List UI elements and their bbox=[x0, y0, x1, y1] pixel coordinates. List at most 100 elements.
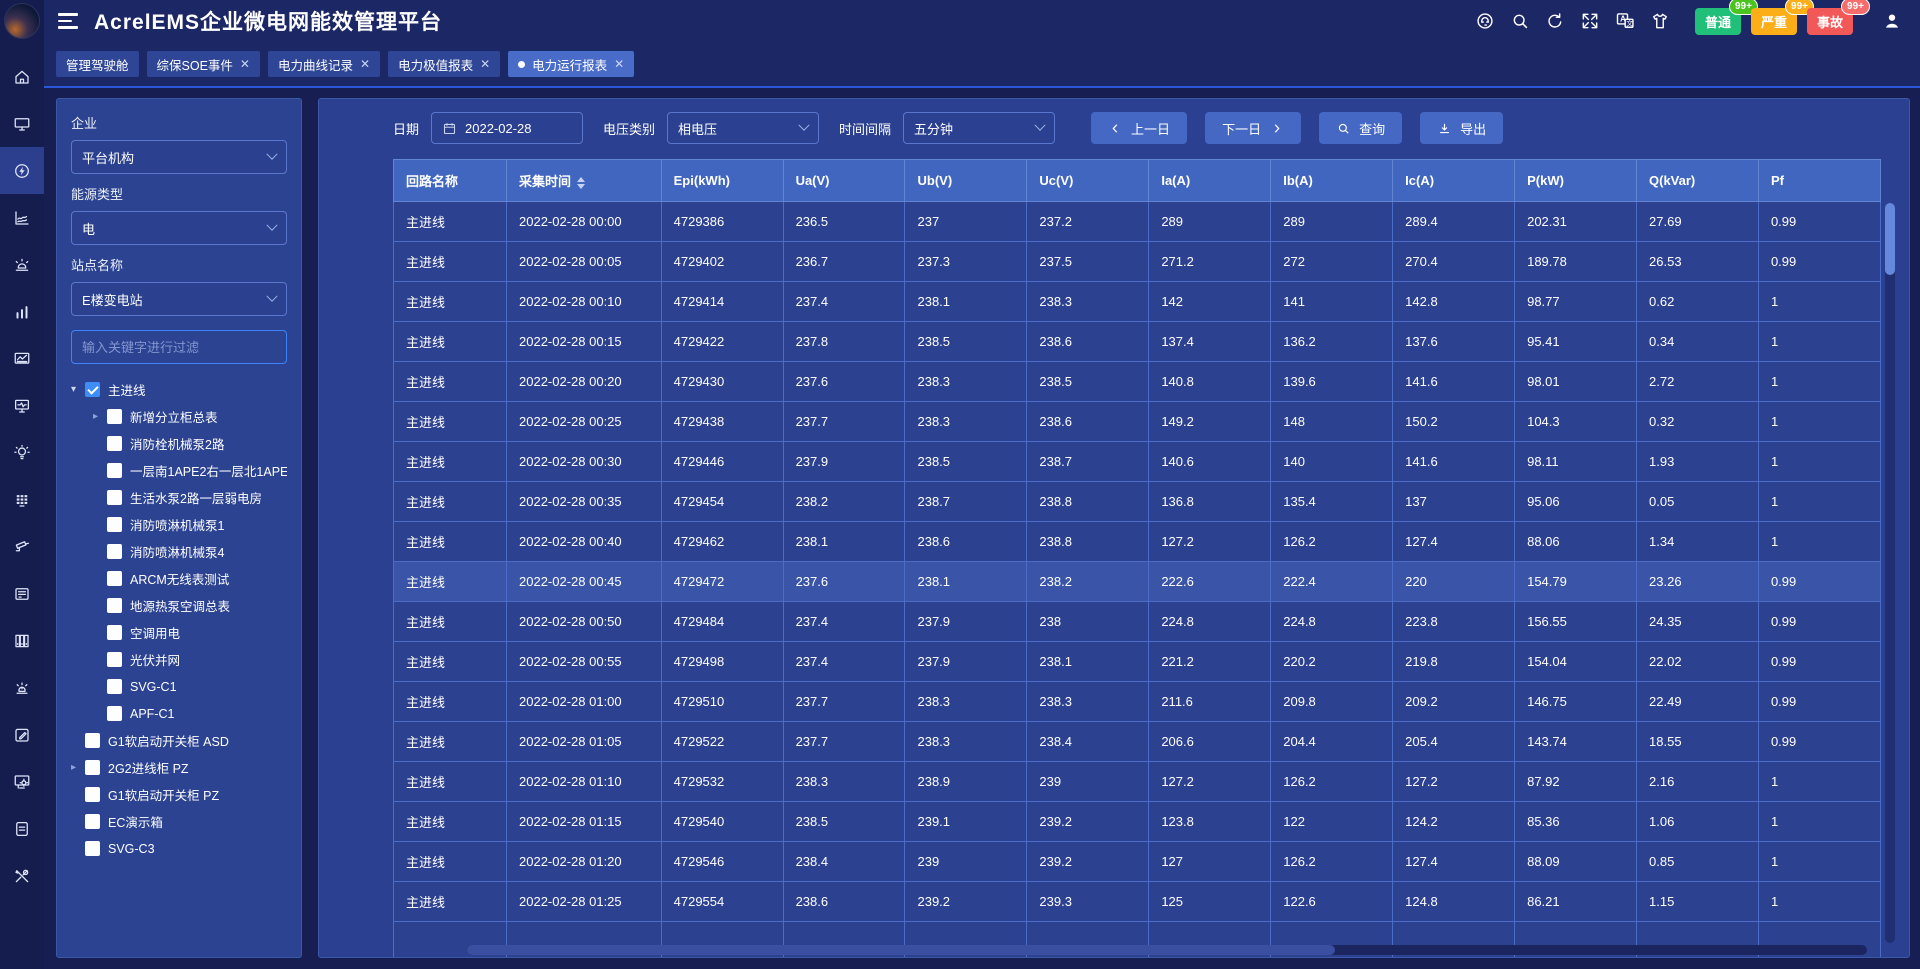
table-row-14[interactable]: 主进线2022-02-28 01:104729532238.3238.92391… bbox=[394, 762, 1881, 802]
rail-item-alarm-light[interactable] bbox=[0, 664, 44, 711]
refresh-icon[interactable] bbox=[1545, 11, 1565, 31]
table-row-0[interactable]: 主进线2022-02-28 00:004729386236.5237237.22… bbox=[394, 202, 1881, 242]
table-row-10[interactable]: 主进线2022-02-28 00:504729484237.4237.92382… bbox=[394, 602, 1881, 642]
tab-close-icon[interactable]: ✕ bbox=[360, 58, 370, 70]
tree-item-1[interactable]: ▸ 新增分立柜总表 bbox=[71, 403, 287, 430]
tree-item-9[interactable]: 空调用电 bbox=[71, 619, 287, 646]
table-row-16[interactable]: 主进线2022-02-28 01:204729546238.4239239.21… bbox=[394, 842, 1881, 882]
rail-item-camera[interactable] bbox=[0, 523, 44, 570]
rail-item-document[interactable] bbox=[0, 805, 44, 852]
rail-item-energy[interactable] bbox=[0, 147, 44, 194]
avatar[interactable] bbox=[4, 3, 40, 39]
table-row-17[interactable]: 主进线2022-02-28 01:254729554238.6239.2239.… bbox=[394, 882, 1881, 922]
fullscreen-icon[interactable] bbox=[1580, 11, 1600, 31]
table-row-3[interactable]: 主进线2022-02-28 00:154729422237.8238.5238.… bbox=[394, 322, 1881, 362]
table-row-1[interactable]: 主进线2022-02-28 00:054729402236.7237.3237.… bbox=[394, 242, 1881, 282]
tree-checkbox[interactable] bbox=[107, 463, 122, 478]
tree-checkbox[interactable] bbox=[107, 652, 122, 667]
table-row-15[interactable]: 主进线2022-02-28 01:154729540238.5239.1239.… bbox=[394, 802, 1881, 842]
tree-item-0[interactable]: ▾ 主进线 bbox=[71, 376, 287, 403]
tree-checkbox[interactable] bbox=[107, 517, 122, 532]
tree-checkbox[interactable] bbox=[107, 598, 122, 613]
tree-item-8[interactable]: 地源热泵空调总表 bbox=[71, 592, 287, 619]
voltage-type-select[interactable]: 相电压 bbox=[667, 112, 819, 144]
search-icon[interactable] bbox=[1510, 11, 1530, 31]
rail-item-line-chart[interactable] bbox=[0, 335, 44, 382]
company-select[interactable]: 平台机构 bbox=[71, 140, 287, 174]
tree-checkbox[interactable] bbox=[107, 490, 122, 505]
tab-close-icon[interactable]: ✕ bbox=[240, 58, 250, 70]
tree-item-11[interactable]: SVG-C1 bbox=[71, 673, 287, 700]
tree-checkbox[interactable] bbox=[107, 625, 122, 640]
tree-item-13[interactable]: G1软启动开关柜 ASD bbox=[71, 727, 287, 754]
column-header-1[interactable]: 采集时间 bbox=[507, 160, 662, 202]
energy-type-select[interactable]: 电 bbox=[71, 211, 287, 245]
rail-item-bar-chart[interactable] bbox=[0, 288, 44, 335]
theme-icon[interactable] bbox=[1650, 11, 1670, 31]
tree-item-15[interactable]: G1软启动开关柜 PZ bbox=[71, 781, 287, 808]
support-icon[interactable] bbox=[1475, 11, 1495, 31]
interval-select[interactable]: 五分钟 bbox=[903, 112, 1055, 144]
tree-item-16[interactable]: EC演示箱 bbox=[71, 808, 287, 835]
tree-checkbox[interactable] bbox=[85, 814, 100, 829]
prev-day-button[interactable]: 上一日 bbox=[1091, 112, 1187, 144]
tree-checkbox[interactable] bbox=[85, 382, 100, 397]
tab-close-icon[interactable]: ✕ bbox=[480, 58, 490, 70]
user-icon[interactable] bbox=[1882, 11, 1902, 31]
rail-item-cabinet[interactable] bbox=[0, 617, 44, 664]
tree-item-10[interactable]: 光伏并网 bbox=[71, 646, 287, 673]
tree-checkbox[interactable] bbox=[107, 436, 122, 451]
tab-3[interactable]: 电力极值报表✕ bbox=[388, 51, 500, 77]
alarm-button-0[interactable]: 普通 99+ bbox=[1695, 8, 1741, 35]
table-row-13[interactable]: 主进线2022-02-28 01:054729522237.7238.3238.… bbox=[394, 722, 1881, 762]
alarm-button-1[interactable]: 严重 99+ bbox=[1751, 8, 1797, 35]
table-row-5[interactable]: 主进线2022-02-28 00:254729438237.7238.3238.… bbox=[394, 402, 1881, 442]
tree-checkbox[interactable] bbox=[85, 760, 100, 775]
rail-item-keypad[interactable] bbox=[0, 476, 44, 523]
rail-item-screen[interactable] bbox=[0, 100, 44, 147]
tree-checkbox[interactable] bbox=[107, 706, 122, 721]
tree-checkbox[interactable] bbox=[107, 409, 122, 424]
export-button[interactable]: 导出 bbox=[1420, 112, 1503, 144]
table-row-12[interactable]: 主进线2022-02-28 01:004729510237.7238.3238.… bbox=[394, 682, 1881, 722]
table-row-7[interactable]: 主进线2022-02-28 00:354729454238.2238.7238.… bbox=[394, 482, 1881, 522]
tree-expand-icon[interactable]: ▾ bbox=[71, 384, 85, 395]
rail-item-edit[interactable] bbox=[0, 711, 44, 758]
table-row-2[interactable]: 主进线2022-02-28 00:104729414237.4238.1238.… bbox=[394, 282, 1881, 322]
date-picker[interactable]: 2022-02-28 bbox=[431, 112, 583, 144]
tree-item-17[interactable]: SVG-C3 bbox=[71, 835, 287, 862]
tree-checkbox[interactable] bbox=[107, 571, 122, 586]
rail-item-alarm-siren[interactable] bbox=[0, 241, 44, 288]
alarm-button-2[interactable]: 事故 99+ bbox=[1807, 8, 1853, 35]
tree-item-14[interactable]: ▸ 2G2进线柜 PZ bbox=[71, 754, 287, 781]
tab-4[interactable]: 电力运行报表✕ bbox=[508, 51, 634, 77]
tree-item-2[interactable]: 消防栓机械泵2路 bbox=[71, 430, 287, 457]
rail-item-tools[interactable] bbox=[0, 852, 44, 899]
tree-filter-input[interactable] bbox=[71, 330, 287, 364]
rail-item-monitor-gear[interactable] bbox=[0, 758, 44, 805]
tree-checkbox[interactable] bbox=[85, 733, 100, 748]
tree-checkbox[interactable] bbox=[107, 679, 122, 694]
station-select[interactable]: E楼变电站 bbox=[71, 282, 287, 316]
hamburger-icon[interactable] bbox=[58, 13, 78, 28]
tree-expand-icon[interactable]: ▸ bbox=[71, 762, 85, 773]
table-row-4[interactable]: 主进线2022-02-28 00:204729430237.6238.3238.… bbox=[394, 362, 1881, 402]
tree-item-7[interactable]: ARCM无线表测试 bbox=[71, 565, 287, 592]
tree-checkbox[interactable] bbox=[85, 841, 100, 856]
rail-item-home[interactable] bbox=[0, 53, 44, 100]
table-row-8[interactable]: 主进线2022-02-28 00:404729462238.1238.6238.… bbox=[394, 522, 1881, 562]
table-row-9[interactable]: 主进线2022-02-28 00:454729472237.6238.1238.… bbox=[394, 562, 1881, 602]
rail-item-panel-card[interactable] bbox=[0, 570, 44, 617]
tab-0[interactable]: 管理驾驶舱 bbox=[56, 51, 139, 77]
next-day-button[interactable]: 下一日 bbox=[1205, 112, 1301, 144]
tree-item-12[interactable]: APF-C1 bbox=[71, 700, 287, 727]
rail-item-monitor-pulse[interactable] bbox=[0, 382, 44, 429]
query-button[interactable]: 查询 bbox=[1319, 112, 1402, 144]
vertical-scrollbar-thumb[interactable] bbox=[1885, 203, 1895, 275]
sort-icon[interactable] bbox=[577, 177, 585, 189]
horizontal-scrollbar-thumb[interactable] bbox=[467, 945, 1335, 955]
tree-checkbox[interactable] bbox=[107, 544, 122, 559]
tree-checkbox[interactable] bbox=[85, 787, 100, 802]
table-row-6[interactable]: 主进线2022-02-28 00:304729446237.9238.5238.… bbox=[394, 442, 1881, 482]
tree-item-3[interactable]: 一层南1APE2右一层北1APE1左 bbox=[71, 457, 287, 484]
